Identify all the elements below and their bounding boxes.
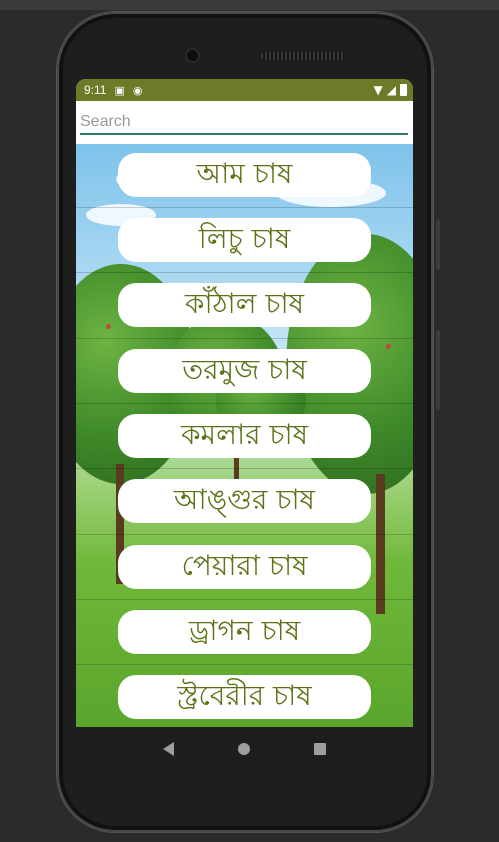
volume-button[interactable] [436, 220, 440, 270]
navigation-bar [76, 727, 413, 771]
home-icon[interactable] [238, 743, 250, 755]
search-input[interactable] [80, 111, 408, 135]
list-item-orange[interactable]: কমলার চাষ [118, 414, 371, 458]
power-button[interactable] [436, 330, 440, 410]
signal-icon: ◢ [386, 83, 396, 97]
list-item-watermelon[interactable]: তরমুজ চাষ [118, 349, 371, 393]
list-item-mango[interactable]: আম চাষ [118, 153, 371, 197]
recents-icon[interactable] [314, 743, 326, 755]
front-camera [187, 50, 198, 61]
notification-circle-icon: ◉ [132, 83, 143, 97]
list-item-grape[interactable]: আঙ্গুর চাষ [118, 479, 371, 523]
status-time: 9:11 [84, 83, 107, 97]
list-item-dragon-fruit[interactable]: ড্রাগন চাষ [118, 610, 371, 654]
list-item-jackfruit[interactable]: কাঁঠাল চাষ [118, 283, 371, 327]
list-item-lychee[interactable]: লিচু চাষ [118, 218, 371, 262]
battery-icon [400, 84, 407, 96]
emulator-top-bar [0, 0, 499, 10]
earpiece-speaker [261, 52, 345, 60]
notification-a-icon: ▣ [114, 83, 125, 97]
wifi-icon: ▼ [373, 83, 383, 97]
list-item-strawberry[interactable]: স্ট্রবেরীর চাষ [118, 675, 371, 719]
status-bar: 9:11 ▣ ◉ ▼ ◢ [76, 79, 413, 101]
search-bar [76, 101, 413, 144]
app-screen: 9:11 ▣ ◉ ▼ ◢ Search আম চাষ লিচু চাষ কাঁঠ… [76, 79, 413, 727]
back-icon[interactable] [163, 742, 174, 756]
list-item-guava[interactable]: পেয়ারা চাষ [118, 545, 371, 589]
